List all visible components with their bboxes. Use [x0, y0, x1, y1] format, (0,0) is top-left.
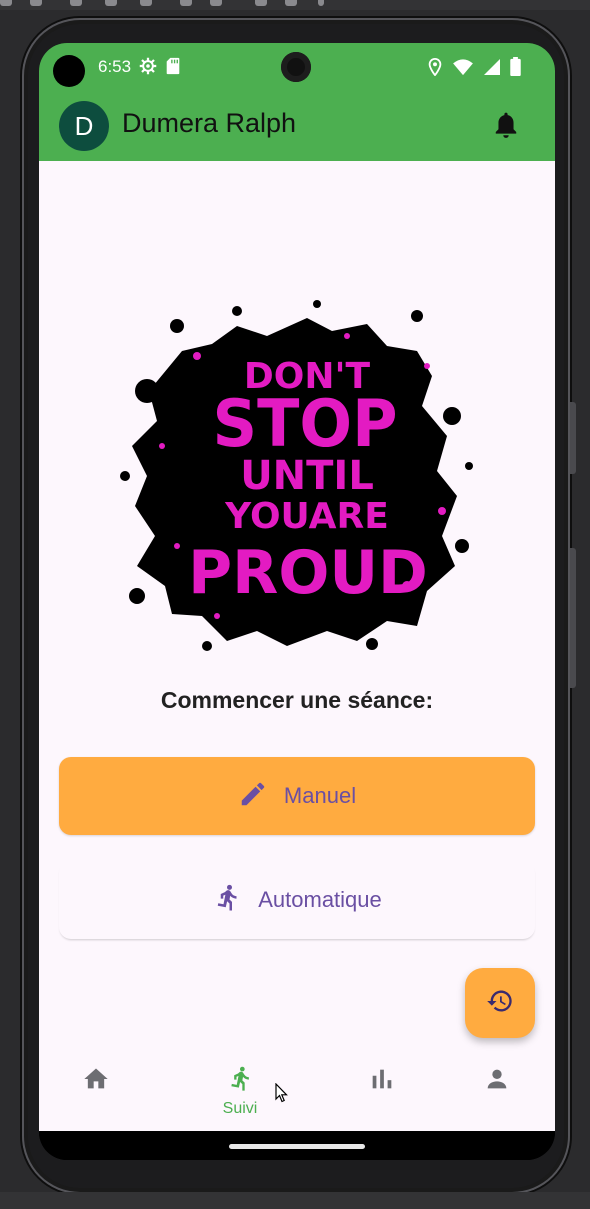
- app-bar: D Dumera Ralph: [39, 91, 555, 161]
- device-side-button: [570, 402, 576, 474]
- status-time: 6:53: [98, 57, 132, 76]
- emulator-toolbar-icon[interactable]: [285, 0, 297, 6]
- gesture-area: [39, 1131, 555, 1160]
- manual-button-label: Manuel: [283, 783, 357, 808]
- running-icon: [226, 1065, 254, 1098]
- poster-line-2: STOP: [212, 386, 397, 462]
- emulator-bottom-strip: [0, 1192, 590, 1209]
- home-icon: [82, 1065, 110, 1098]
- avatar[interactable]: D: [59, 101, 109, 151]
- nav-item-home[interactable]: [56, 1065, 136, 1098]
- device-side-button: [570, 548, 576, 688]
- automatic-button-label: Automatique: [258, 887, 382, 912]
- status-bar: 6:53: [39, 43, 555, 91]
- front-camera-cutout: [53, 55, 85, 87]
- sd-card-icon: [165, 57, 181, 80]
- emulator-toolbar-icon[interactable]: [210, 0, 222, 6]
- automatic-session-button[interactable]: Automatique: [59, 861, 535, 939]
- nav-item-suivi[interactable]: Suivi: [200, 1065, 280, 1118]
- emulator-toolbar-icon[interactable]: [255, 0, 267, 6]
- emulator-toolbar: [0, 0, 590, 10]
- settings-icon: [139, 57, 157, 80]
- bar-chart-icon: [368, 1065, 396, 1098]
- camera-lens: [281, 52, 311, 82]
- running-icon: [212, 881, 242, 920]
- main-content: DON'T STOP UNTIL YOUARE PROUD Commencer …: [39, 161, 555, 1131]
- history-icon: [486, 987, 514, 1020]
- home-gesture-bar[interactable]: [229, 1144, 365, 1149]
- pencil-icon: [238, 779, 268, 814]
- emulator-toolbar-icon[interactable]: [0, 0, 12, 6]
- motivation-poster: DON'T STOP UNTIL YOUARE PROUD: [117, 296, 479, 663]
- poster-line-4: YOUARE: [224, 496, 389, 537]
- mouse-cursor-icon: [275, 1082, 289, 1108]
- signal-icon: [484, 58, 500, 80]
- poster-line-5: PROUD: [188, 538, 428, 608]
- wifi-icon: [452, 58, 474, 81]
- emulator-toolbar-icon[interactable]: [30, 0, 42, 6]
- nav-item-statistics[interactable]: [342, 1065, 422, 1098]
- history-fab[interactable]: [465, 968, 535, 1038]
- section-title: Commencer une séance:: [160, 687, 434, 713]
- location-icon: [428, 57, 442, 81]
- bottom-navigation: Suivi: [39, 1053, 555, 1131]
- person-icon: [483, 1065, 511, 1098]
- emulator-toolbar-icon[interactable]: [180, 0, 192, 6]
- manual-session-button[interactable]: Manuel: [59, 757, 535, 835]
- nav-label-suivi: Suivi: [222, 1100, 258, 1117]
- poster-line-3: UNTIL: [240, 453, 374, 499]
- device-screen: 6:53 D Dumera Ralph DON'T STOP UNTIL YOU…: [39, 43, 555, 1160]
- nav-item-profile[interactable]: [457, 1065, 537, 1098]
- emulator-toolbar-icon[interactable]: [70, 0, 82, 6]
- battery-icon: [510, 57, 521, 81]
- emulator-toolbar-icon[interactable]: [105, 0, 117, 6]
- bell-icon[interactable]: [493, 111, 519, 144]
- user-name: Dumera Ralph: [122, 108, 297, 138]
- emulator-toolbar-icon[interactable]: [140, 0, 152, 6]
- emulator-toolbar-icon[interactable]: [318, 0, 324, 6]
